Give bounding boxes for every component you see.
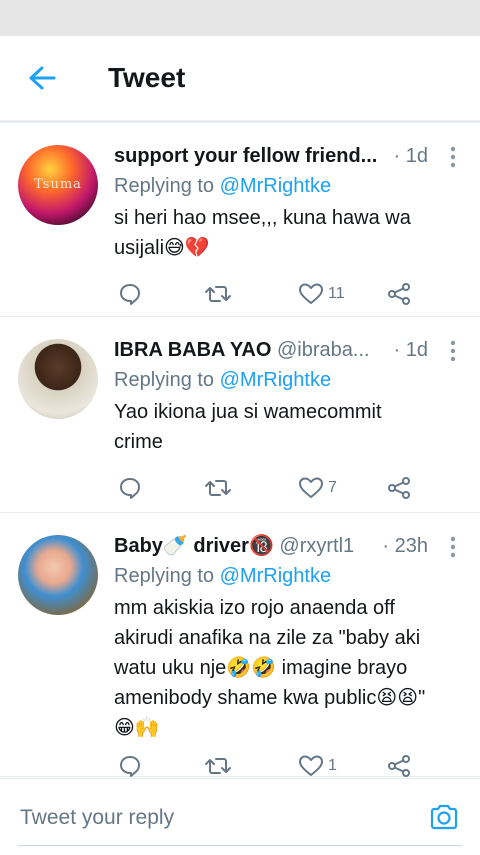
retweet-icon — [205, 286, 231, 302]
share-icon — [388, 283, 410, 305]
input-underline — [18, 845, 462, 846]
more-options-icon[interactable] — [448, 535, 458, 559]
page-title: Tweet — [108, 62, 186, 93]
avatar[interactable]: Tsuma — [18, 145, 98, 225]
reply-list[interactable]: Tsuma support your fellow friend... · 1d… — [0, 121, 480, 778]
retweet-icon — [205, 480, 231, 496]
heart-icon — [299, 477, 323, 498]
avatar[interactable] — [18, 339, 98, 419]
tweet-text-line: 😁🙌 — [114, 717, 160, 739]
status-bar — [0, 0, 480, 36]
more-options-icon[interactable] — [448, 145, 458, 169]
tweet-actions: 1 — [112, 751, 432, 778]
like-count: 11 — [328, 285, 345, 302]
tweet-item[interactable]: Baby🍼 driver🔞 @rxyrtl1 · 23h Replying to… — [0, 513, 480, 777]
tweet-actions: 11 — [112, 279, 432, 309]
tweet-text: si heri hao msee,,, kuna hawa wa usijali… — [114, 203, 458, 263]
reply-input[interactable] — [18, 799, 402, 837]
like-button[interactable]: 1 — [298, 751, 337, 778]
tweet-text-line: mm akiskia izo rojo anaenda off — [114, 597, 395, 619]
replying-to: Replying to @MrRightke — [114, 367, 331, 393]
reply-icon — [120, 478, 140, 499]
tweet-time: · 23h — [382, 535, 428, 557]
share-icon — [388, 755, 410, 777]
camera-icon[interactable] — [428, 801, 460, 833]
like-button[interactable]: 7 — [298, 473, 337, 503]
tweet-text: Yao ikiona jua si wamecommit crime — [114, 397, 458, 457]
author-handle[interactable]: @ibraba... — [277, 339, 370, 361]
top-app-bar: Tweet — [0, 36, 480, 121]
replying-to: Replying to @MrRightke — [114, 173, 331, 199]
reply-icon — [120, 756, 140, 777]
share-button[interactable] — [386, 473, 412, 503]
tweet-item[interactable]: IBRA BABA YAO @ibraba... · 1d Replying t… — [0, 317, 480, 513]
share-icon — [388, 477, 410, 499]
replying-to-handle[interactable]: @MrRightke — [220, 175, 331, 197]
replying-to-label: Replying to — [114, 565, 215, 587]
retweet-icon — [205, 758, 231, 774]
share-button[interactable] — [386, 279, 412, 309]
like-count: 1 — [328, 757, 337, 774]
tweet-text-line: si heri hao msee,,, kuna hawa wa — [114, 207, 411, 229]
tweet-header: IBRA BABA YAO @ibraba... — [114, 337, 420, 363]
author-name[interactable]: support your fellow friend... — [114, 145, 377, 167]
avatar[interactable] — [18, 535, 98, 615]
reply-button[interactable] — [118, 473, 142, 503]
retweet-button[interactable] — [204, 473, 232, 503]
like-button[interactable]: 11 — [298, 279, 345, 309]
author-handle[interactable]: @rxyrtl1 — [279, 535, 354, 557]
reply-icon — [120, 284, 140, 305]
tweet-text-line: crime — [114, 431, 163, 453]
tweet-time: · 1d — [393, 339, 428, 361]
tweet-text-line: watu uku nje🤣🤣 imagine brayo — [114, 657, 408, 679]
tweet-header: support your fellow friend... — [114, 143, 420, 169]
author-name[interactable]: Baby🍼 driver🔞 — [114, 535, 274, 557]
share-button[interactable] — [386, 751, 412, 778]
heart-icon — [299, 283, 323, 304]
tweet-text-line: akirudi anafika na zile za "baby aki — [114, 627, 421, 649]
replying-to-handle[interactable]: @MrRightke — [220, 369, 331, 391]
replying-to-label: Replying to — [114, 175, 215, 197]
tweet-item[interactable]: Tsuma support your fellow friend... · 1d… — [0, 121, 480, 317]
reply-button[interactable] — [118, 279, 142, 309]
more-options-icon[interactable] — [448, 339, 458, 363]
tweet-actions: 7 — [112, 473, 432, 503]
tweet-text-line: amenibody shame kwa public😫😫" — [114, 687, 426, 709]
tweet-text-line: usijali😅💔 — [114, 237, 210, 259]
reply-composer — [0, 778, 480, 855]
tweet-header: Baby🍼 driver🔞 @rxyrtl1 — [114, 533, 420, 559]
tweet-time: · 1d — [393, 145, 428, 167]
like-count: 7 — [328, 479, 337, 496]
replying-to: Replying to @MrRightke — [114, 563, 331, 589]
heart-icon — [299, 755, 323, 776]
replying-to-handle[interactable]: @MrRightke — [220, 565, 331, 587]
reply-button[interactable] — [118, 751, 142, 778]
retweet-button[interactable] — [204, 751, 232, 778]
tweet-text: mm akiskia izo rojo anaenda off akirudi … — [114, 593, 458, 743]
author-name[interactable]: IBRA BABA YAO — [114, 339, 271, 361]
retweet-button[interactable] — [204, 279, 232, 309]
tweet-text-line: Yao ikiona jua si wamecommit — [114, 401, 382, 423]
replying-to-label: Replying to — [114, 369, 215, 391]
back-arrow-icon[interactable] — [26, 64, 58, 92]
avatar-label: Tsuma — [34, 177, 82, 192]
